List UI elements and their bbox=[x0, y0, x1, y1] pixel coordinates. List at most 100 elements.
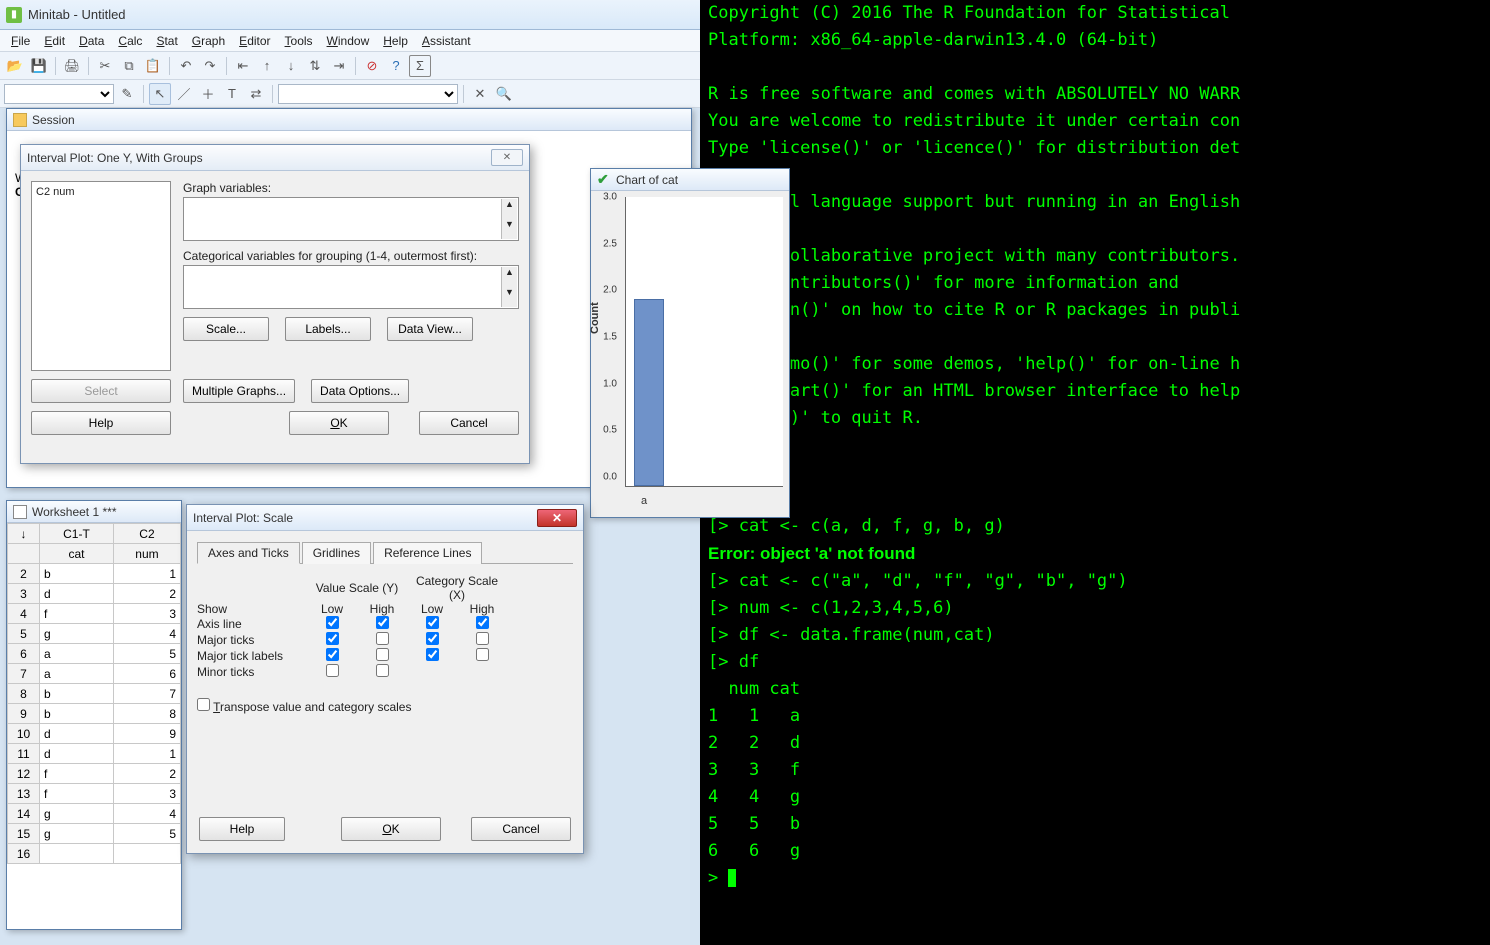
dialog-close-icon[interactable]: ✕ bbox=[491, 149, 523, 166]
open-icon[interactable]: 📂 bbox=[4, 55, 26, 77]
transpose-checkbox[interactable] bbox=[197, 698, 210, 711]
paste-icon[interactable]: 📋 bbox=[142, 55, 164, 77]
chart-titlebar[interactable]: ✔ Chart of cat bbox=[591, 169, 789, 191]
column-header[interactable]: C1-T bbox=[40, 524, 114, 544]
scale-checkbox[interactable] bbox=[326, 616, 339, 629]
help-icon[interactable]: ? bbox=[385, 55, 407, 77]
ok-button[interactable]: OK bbox=[289, 411, 389, 435]
line-icon[interactable]: ／ bbox=[173, 83, 195, 105]
menu-graph[interactable]: Graph bbox=[185, 32, 232, 50]
table-row[interactable]: 14g4 bbox=[8, 804, 181, 824]
close-icon[interactable]: ✕ bbox=[469, 83, 491, 105]
tab-reference-lines[interactable]: Reference Lines bbox=[373, 542, 482, 564]
session-titlebar[interactable]: Session bbox=[7, 109, 691, 131]
scale-checkbox[interactable] bbox=[476, 632, 489, 645]
scale-checkbox[interactable] bbox=[376, 648, 389, 661]
column-name[interactable]: cat bbox=[40, 544, 114, 564]
scale-checkbox[interactable] bbox=[476, 648, 489, 661]
menu-help[interactable]: Help bbox=[376, 32, 415, 50]
sigma-icon[interactable]: Σ bbox=[409, 55, 431, 77]
chart-window[interactable]: ✔ Chart of cat Count 0.00.51.01.52.02.53… bbox=[590, 168, 790, 518]
table-row[interactable]: 13f3 bbox=[8, 784, 181, 804]
crosshair-icon[interactable]: ＋ bbox=[197, 83, 219, 105]
interval-plot-dialog[interactable]: Interval Plot: One Y, With Groups ✕ C2 n… bbox=[20, 144, 530, 464]
table-row[interactable]: 5g4 bbox=[8, 624, 181, 644]
cancel-button[interactable]: Cancel bbox=[419, 411, 519, 435]
scale-checkbox[interactable] bbox=[426, 632, 439, 645]
scale-checkbox[interactable] bbox=[376, 664, 389, 677]
column-header[interactable]: C2 bbox=[113, 524, 180, 544]
scale-checkbox[interactable] bbox=[376, 616, 389, 629]
tab-gridlines[interactable]: Gridlines bbox=[302, 542, 371, 564]
scale-checkbox[interactable] bbox=[476, 616, 489, 629]
menu-assistant[interactable]: Assistant bbox=[415, 32, 478, 50]
menu-calc[interactable]: Calc bbox=[111, 32, 149, 50]
redo-icon[interactable]: ↷ bbox=[199, 55, 221, 77]
select-button[interactable]: Select bbox=[31, 379, 171, 403]
help-button[interactable]: Help bbox=[31, 411, 171, 435]
title-bar[interactable]: ▮ Minitab - Untitled bbox=[0, 0, 700, 30]
format-selector[interactable] bbox=[278, 84, 458, 104]
scale-dialog-titlebar[interactable]: Interval Plot: Scale ✕ bbox=[187, 505, 583, 531]
worksheet-window[interactable]: Worksheet 1 *** ↓C1-TC2catnum2b13d24f35g… bbox=[6, 500, 182, 930]
categorical-variables-input[interactable]: ▲▼ bbox=[183, 265, 519, 309]
table-row[interactable]: 7a6 bbox=[8, 664, 181, 684]
dialog-titlebar[interactable]: Interval Plot: One Y, With Groups ✕ bbox=[21, 145, 529, 171]
scale-help-button[interactable]: Help bbox=[199, 817, 285, 841]
menu-tools[interactable]: Tools bbox=[278, 32, 320, 50]
nav-prev-icon[interactable]: ⇤ bbox=[232, 55, 254, 77]
menu-stat[interactable]: Stat bbox=[149, 32, 184, 50]
scale-dialog-close-icon[interactable]: ✕ bbox=[537, 509, 577, 527]
menu-window[interactable]: Window bbox=[320, 32, 377, 50]
pointer-icon[interactable]: ↖ bbox=[149, 83, 171, 105]
menu-bar[interactable]: FileEditDataCalcStatGraphEditorToolsWind… bbox=[0, 30, 700, 52]
table-row[interactable]: 3d2 bbox=[8, 584, 181, 604]
scale-checkbox[interactable] bbox=[326, 664, 339, 677]
nav-next-icon[interactable]: ⇥ bbox=[328, 55, 350, 77]
table-row[interactable]: 10d9 bbox=[8, 724, 181, 744]
table-row[interactable]: 4f3 bbox=[8, 604, 181, 624]
cut-icon[interactable]: ✂ bbox=[94, 55, 116, 77]
cancel-icon[interactable]: ⊘ bbox=[361, 55, 383, 77]
menu-editor[interactable]: Editor bbox=[232, 32, 277, 50]
scale-checkbox[interactable] bbox=[326, 632, 339, 645]
table-row[interactable]: 15g5 bbox=[8, 824, 181, 844]
brush-icon[interactable]: ✎ bbox=[116, 83, 138, 105]
table-row[interactable]: 11d1 bbox=[8, 744, 181, 764]
scale-ok-button[interactable]: OK bbox=[341, 817, 441, 841]
swap-icon[interactable]: ⇄ bbox=[245, 83, 267, 105]
data-view-button[interactable]: Data View... bbox=[387, 317, 473, 341]
scale-checkbox[interactable] bbox=[426, 648, 439, 661]
print-icon[interactable]: 🖨 bbox=[61, 55, 83, 77]
r-terminal[interactable]: Copyright (C) 2016 The R Foundation for … bbox=[700, 0, 1490, 945]
worksheet-titlebar[interactable]: Worksheet 1 *** bbox=[7, 501, 181, 523]
worksheet-table[interactable]: ↓C1-TC2catnum2b13d24f35g46a57a68b79b810d… bbox=[7, 523, 181, 864]
variable-selector[interactable] bbox=[4, 84, 114, 104]
menu-data[interactable]: Data bbox=[72, 32, 111, 50]
scale-button[interactable]: Scale... bbox=[183, 317, 269, 341]
nav-up-icon[interactable]: ↑ bbox=[256, 55, 278, 77]
tab-axes-ticks[interactable]: Axes and Ticks bbox=[197, 542, 300, 564]
table-row[interactable]: 16 bbox=[8, 844, 181, 864]
table-row[interactable]: 8b7 bbox=[8, 684, 181, 704]
multiple-graphs-button[interactable]: Multiple Graphs... bbox=[183, 379, 295, 403]
menu-edit[interactable]: Edit bbox=[37, 32, 72, 50]
scale-checkbox[interactable] bbox=[376, 632, 389, 645]
save-icon[interactable]: 💾 bbox=[28, 55, 50, 77]
data-options-button[interactable]: Data Options... bbox=[311, 379, 409, 403]
table-row[interactable]: 2b1 bbox=[8, 564, 181, 584]
transpose-option[interactable]: Transpose value and category scales bbox=[197, 700, 411, 714]
table-row[interactable]: 12f2 bbox=[8, 764, 181, 784]
variable-listbox[interactable]: C2 num bbox=[31, 181, 171, 371]
nav-sort-icon[interactable]: ⇅ bbox=[304, 55, 326, 77]
column-name[interactable]: num bbox=[113, 544, 180, 564]
scale-checkbox[interactable] bbox=[426, 616, 439, 629]
graph-variables-input[interactable]: ▲▼ bbox=[183, 197, 519, 241]
menu-file[interactable]: File bbox=[4, 32, 37, 50]
search-icon[interactable]: 🔍 bbox=[493, 83, 515, 105]
nav-down-icon[interactable]: ↓ bbox=[280, 55, 302, 77]
scale-cancel-button[interactable]: Cancel bbox=[471, 817, 571, 841]
labels-button[interactable]: Labels... bbox=[285, 317, 371, 341]
text-icon[interactable]: T bbox=[221, 83, 243, 105]
undo-icon[interactable]: ↶ bbox=[175, 55, 197, 77]
